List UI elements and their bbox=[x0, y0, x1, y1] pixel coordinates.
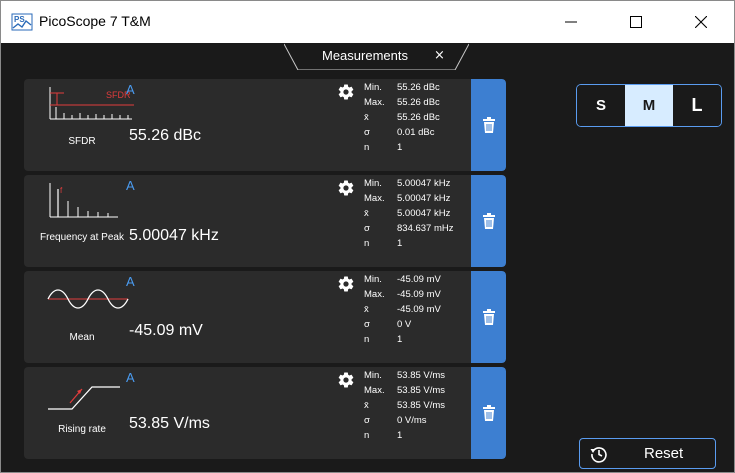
measurement-value: 55.26 dBc bbox=[129, 127, 202, 144]
picoscope-logo-icon: PS bbox=[11, 13, 33, 31]
measurement-card-sfdr: SFDR A SFDR 55.26 dBc Min. 55.26 dBc Max… bbox=[24, 79, 506, 171]
trash-icon bbox=[482, 405, 495, 421]
gear-icon[interactable] bbox=[337, 83, 355, 101]
delete-measurement-button[interactable] bbox=[471, 79, 506, 171]
reset-button[interactable]: Reset bbox=[579, 438, 716, 469]
measurement-card-mean: A Mean -45.09 mV Min. -45.09 mV Max. -45.0… bbox=[24, 271, 506, 363]
gear-icon[interactable] bbox=[337, 275, 355, 293]
maximize-icon bbox=[630, 16, 642, 28]
measurement-name: Rising rate bbox=[58, 424, 106, 435]
delete-measurement-button[interactable] bbox=[471, 367, 506, 459]
measurements-panel: Measurements × SFDR A SFDR 55.26 dBc Min… bbox=[1, 43, 734, 472]
maximize-button[interactable] bbox=[613, 1, 659, 43]
measurement-value: 5.00047 kHz bbox=[129, 227, 219, 244]
delete-measurement-button[interactable] bbox=[471, 271, 506, 363]
measurement-value: 53.85 V/ms bbox=[129, 415, 210, 432]
minimize-icon bbox=[565, 21, 577, 23]
channel-label: A bbox=[126, 370, 135, 385]
window-title: PicoScope 7 T&M bbox=[39, 13, 151, 29]
close-icon bbox=[695, 16, 707, 28]
history-icon bbox=[590, 447, 607, 463]
close-window-button[interactable] bbox=[678, 1, 724, 43]
frequency-peak-icon: f bbox=[49, 183, 118, 218]
trash-icon bbox=[482, 213, 495, 229]
delete-measurement-button[interactable] bbox=[471, 175, 506, 267]
tab-close-button[interactable]: × bbox=[434, 48, 445, 63]
app-window: PS PicoScope 7 T&M Measurements × SFDR A… bbox=[0, 0, 735, 473]
channel-label: A bbox=[126, 178, 135, 193]
size-option-s[interactable]: S bbox=[577, 85, 625, 126]
size-option-m[interactable]: M bbox=[625, 85, 673, 126]
gear-icon[interactable] bbox=[337, 371, 355, 389]
measurement-card-rising-rate: A Rising rate 53.85 V/ms Min. 53.85 V/ms … bbox=[24, 367, 506, 459]
measurement-value: -45.09 mV bbox=[129, 322, 203, 339]
title-bar[interactable]: PS PicoScope 7 T&M bbox=[1, 1, 734, 43]
measurement-card-frequency-at-peak: f A Frequency at Peak 5.00047 kHz Min. 5.… bbox=[24, 175, 506, 267]
trash-icon bbox=[482, 309, 495, 325]
tab-measurements[interactable]: Measurements × bbox=[284, 43, 469, 70]
size-option-l[interactable]: L bbox=[673, 85, 721, 126]
trash-icon bbox=[482, 117, 495, 133]
tab-label: Measurements bbox=[322, 48, 408, 63]
sine-wave-icon bbox=[47, 289, 129, 309]
rising-edge-icon bbox=[48, 386, 120, 410]
svg-text:f: f bbox=[60, 186, 63, 195]
measurement-name: Frequency at Peak bbox=[40, 232, 124, 243]
reset-label: Reset bbox=[644, 445, 684, 462]
channel-label: A bbox=[126, 274, 135, 289]
channel-label: A bbox=[126, 82, 135, 97]
sfdr-icon: SFDR bbox=[49, 87, 134, 120]
card-size-selector: S M L bbox=[576, 84, 722, 127]
measurement-name: SFDR bbox=[68, 136, 96, 147]
svg-text:PS: PS bbox=[14, 15, 25, 24]
gear-icon[interactable] bbox=[337, 179, 355, 197]
measurement-name: Mean bbox=[69, 332, 95, 343]
minimize-button[interactable] bbox=[548, 1, 594, 43]
